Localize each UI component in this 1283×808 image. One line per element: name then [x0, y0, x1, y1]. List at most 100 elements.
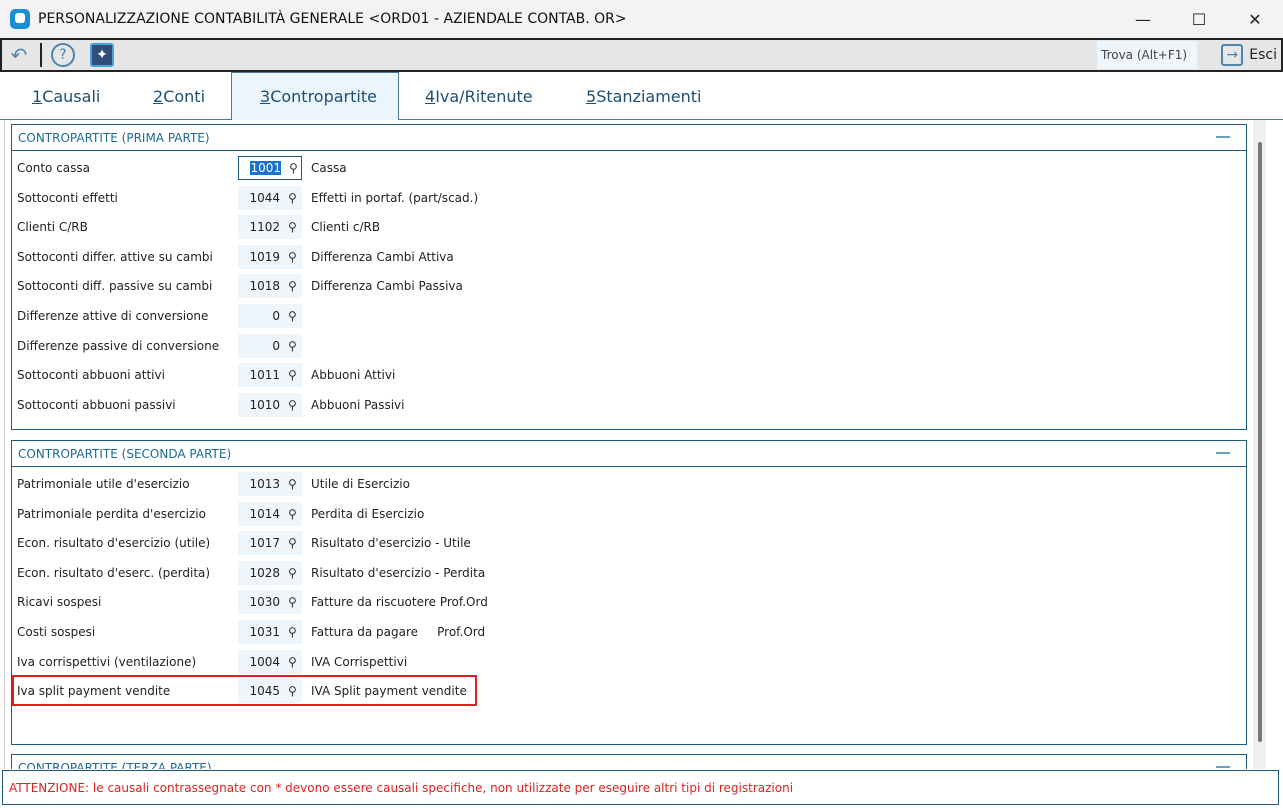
field-label: Conto cassa [17, 161, 90, 175]
account-code: 1031 [249, 625, 280, 639]
minimize-button[interactable]: — [1115, 0, 1171, 38]
account-description: IVA Split payment vendite [311, 684, 467, 699]
account-code-input[interactable]: 1019 ⚲ [238, 244, 302, 269]
field-label: Sottoconti effetti [17, 190, 118, 205]
form-row: Differenze passive di conversione 0 ⚲ [12, 333, 1246, 358]
field-label: Iva corrispettivi (ventilazione) [17, 654, 197, 669]
account-code-input[interactable]: 1018 ⚲ [238, 274, 302, 299]
account-code: 1102 [249, 220, 280, 235]
account-code: 1019 [249, 249, 280, 264]
account-description: Abbuoni Attivi [311, 368, 396, 383]
field-label: Patrimoniale perdita d'esercizio [17, 506, 206, 521]
tab-contropartite[interactable]: 3 Contropartite [231, 72, 399, 120]
account-code-input[interactable]: 1004 ⚲ [238, 649, 302, 674]
account-code-input[interactable]: 1045 ⚲ [238, 679, 302, 704]
search-icon[interactable]: ⚲ [289, 161, 298, 175]
section-title: CONTROPARTITE (PRIMA PARTE) [18, 130, 210, 145]
tab-label: Contropartite [270, 87, 377, 106]
exit-label: Esci [1249, 47, 1277, 63]
search-icon[interactable]: ⚲ [288, 536, 297, 550]
tab-mnemonic: 5 [586, 86, 597, 106]
form-row: Sottoconti effetti 1044 ⚲ Effetti in portaf… [12, 185, 1246, 210]
account-code: 1004 [249, 654, 280, 669]
account-code-input[interactable]: 1001 ⚲ [238, 156, 302, 180]
toolbar-separator [40, 43, 42, 67]
field-label: Clienti C/RB [17, 220, 88, 235]
search-icon[interactable]: ⚲ [288, 595, 297, 609]
search-icon[interactable]: ⚲ [288, 309, 297, 323]
field-label: Econ. risultato d'esercizio (utile) [17, 536, 211, 551]
tab-iva-ritenute[interactable]: 4 Iva/Ritenute [397, 72, 561, 120]
account-code-input[interactable]: 1028 ⚲ [238, 560, 302, 585]
account-code-input[interactable]: 1031 ⚲ [238, 620, 302, 644]
back-icon[interactable]: ↶ [2, 41, 36, 69]
form-row: Patrimoniale utile d'esercizio 1013 ⚲ Utile… [12, 472, 1246, 496]
account-description: Risultato d'esercizio - Utile [311, 536, 471, 551]
tab-label: Stanziamenti [596, 86, 702, 106]
account-description: Effetti in portaf. (part/scad.) [311, 190, 479, 205]
account-code-input[interactable]: 1030 ⚲ [238, 590, 302, 615]
search-icon[interactable]: ⚲ [288, 684, 297, 698]
help-icon[interactable]: ? [46, 41, 80, 69]
scrollbar-thumb[interactable] [1258, 142, 1262, 742]
section-prima-parte: CONTROPARTITE (PRIMA PARTE) Conto cassa 1… [11, 124, 1247, 430]
field-label: Sottoconti abbuoni passivi [17, 397, 176, 412]
tab-label: Iva/Ritenute [435, 86, 533, 106]
tab-label: Conti [163, 86, 206, 106]
window-title: PERSONALIZZAZIONE CONTABILITÀ GENERALE <… [38, 11, 627, 27]
account-code-input[interactable]: 1013 ⚲ [238, 472, 302, 496]
tab-stanziamenti[interactable]: 5 Stanziamenti [558, 72, 730, 120]
maximize-button[interactable]: ☐ [1171, 0, 1227, 38]
account-code: 0 [272, 309, 280, 323]
search-icon[interactable]: ⚲ [288, 507, 297, 521]
account-code-input[interactable]: 0 ⚲ [238, 333, 302, 358]
tab-label: Causali [42, 86, 101, 106]
search-icon[interactable]: ⚲ [288, 368, 297, 382]
account-code-input[interactable]: 1014 ⚲ [238, 501, 302, 526]
search-icon[interactable]: ⚲ [288, 191, 297, 205]
account-code: 1013 [249, 477, 280, 491]
app-icon [10, 9, 30, 29]
account-code: 1018 [249, 279, 280, 294]
form-scroll-area: CONTROPARTITE (PRIMA PARTE) Conto cassa 1… [4, 120, 1266, 769]
account-code-input[interactable]: 0 ⚲ [238, 304, 302, 328]
search-icon[interactable]: ⚲ [288, 655, 297, 669]
search-icon[interactable]: ⚲ [288, 279, 297, 293]
search-icon[interactable]: ⚲ [288, 625, 297, 639]
field-label: Ricavi sospesi [17, 595, 102, 610]
collapse-icon[interactable] [1216, 452, 1230, 454]
account-code-input[interactable]: 1017 ⚲ [238, 531, 302, 556]
tab-mnemonic: 4 [425, 86, 436, 106]
search-icon[interactable]: ⚲ [288, 220, 297, 234]
vertical-scrollbar[interactable] [1253, 120, 1266, 769]
exit-button[interactable]: → Esci [1221, 41, 1277, 69]
tab-conti[interactable]: 2 Conti [125, 72, 233, 120]
account-code-input[interactable]: 1102 ⚲ [238, 215, 302, 240]
search-icon[interactable]: ⚲ [288, 566, 297, 580]
form-row: Clienti C/RB 1102 ⚲ Clienti c/RB [12, 215, 1246, 240]
form-row: Sottoconti diff. passive su cambi 1018 ⚲ Di… [12, 274, 1246, 299]
close-button[interactable]: ✕ [1227, 0, 1283, 38]
search-icon[interactable]: ⚲ [288, 398, 297, 412]
magic-wand-icon[interactable]: ✦ [90, 43, 114, 67]
account-code-input[interactable]: 1011 ⚲ [238, 363, 302, 388]
account-code-input[interactable]: 1010 ⚲ [238, 392, 302, 417]
section-title: CONTROPARTITE (TERZA PARTE) [18, 760, 212, 770]
search-icon[interactable]: ⚲ [288, 339, 297, 353]
form-row: Sottoconti abbuoni passivi 1010 ⚲ Abbuoni P… [12, 392, 1246, 417]
find-input[interactable]: Trova (Alt+F1) [1097, 41, 1197, 69]
title-bar: PERSONALIZZAZIONE CONTABILITÀ GENERALE <… [0, 0, 1283, 38]
tab-mnemonic: 2 [153, 86, 164, 106]
search-icon[interactable]: ⚲ [288, 250, 297, 264]
form-row: Sottoconti abbuoni attivi 1011 ⚲ Abbuoni At… [12, 363, 1246, 388]
field-label: Differenze passive di conversione [17, 338, 220, 353]
form-row: Conto cassa 1001 ⚲ Cassa [12, 156, 1246, 180]
toolbar: ↶ ? ✦ Trova (Alt+F1) → Esci [0, 38, 1283, 72]
search-icon[interactable]: ⚲ [288, 477, 297, 491]
account-code-input[interactable]: 1044 ⚲ [238, 185, 302, 210]
tab-causali[interactable]: 1 Causali [4, 72, 128, 120]
collapse-icon[interactable] [1216, 136, 1230, 138]
collapse-icon[interactable] [1216, 766, 1230, 768]
form-row: Costi sospesi 1031 ⚲ Fattura da pagare Prof… [12, 620, 1246, 644]
form-row: Sottoconti differ. attive su cambi 1019 ⚲ D… [12, 244, 1246, 269]
